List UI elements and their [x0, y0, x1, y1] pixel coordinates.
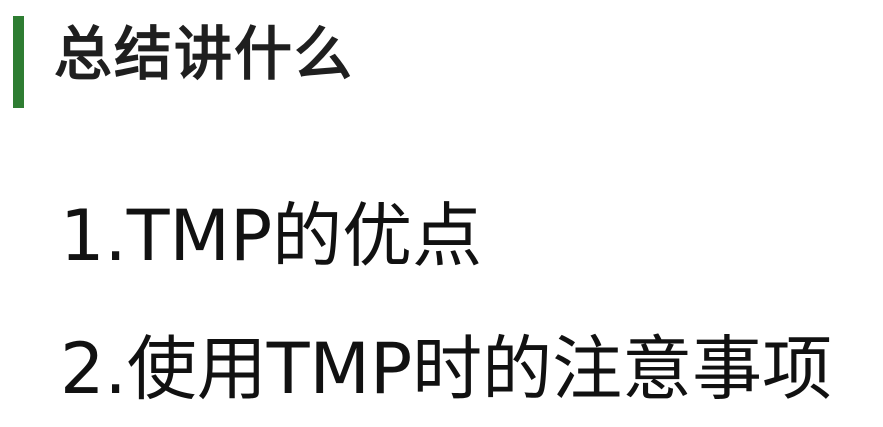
summary-item-1: 1.TMP的优点	[60, 195, 483, 277]
title-accent-bar	[13, 16, 24, 108]
slide-title: 总结讲什么	[54, 20, 355, 88]
summary-item-2: 2.使用TMP时的注意事项	[60, 328, 833, 410]
summary-list: 1.TMP的优点 2.使用TMP时的注意事项	[60, 186, 832, 419]
slide: 总结讲什么 1.TMP的优点 2.使用TMP时的注意事项	[0, 0, 883, 427]
